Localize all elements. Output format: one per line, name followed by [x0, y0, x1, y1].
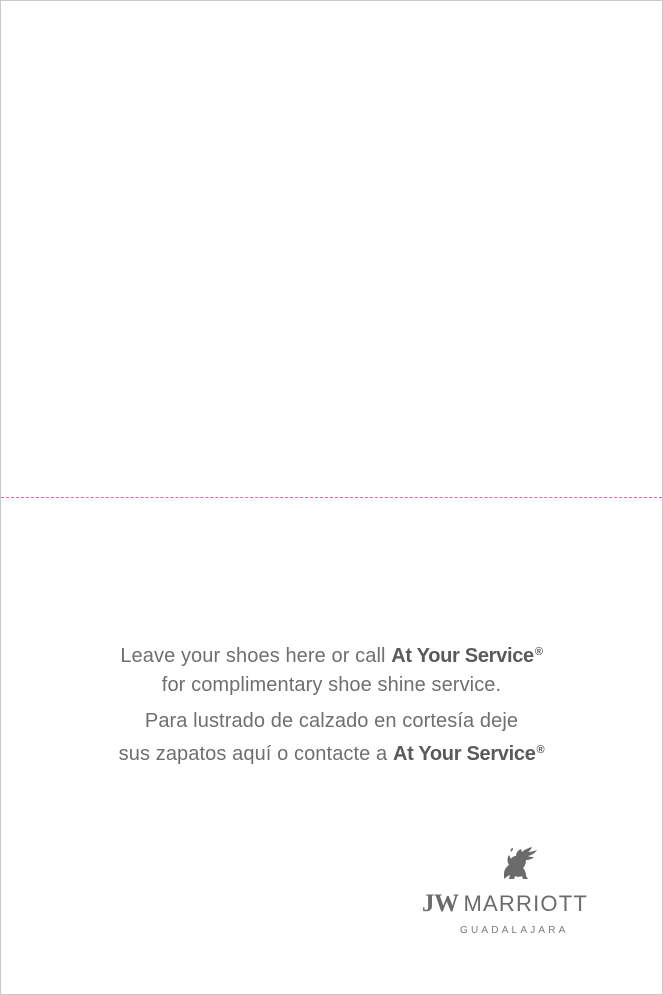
- spanish-line-2-text: sus zapatos aquí o contacte a: [118, 743, 393, 765]
- griffin-icon: [504, 847, 537, 879]
- spanish-line-1: Para lustrado de calzado en cortesía dej…: [144, 710, 519, 732]
- logo-wordmark: JW MARRIOTT: [422, 890, 588, 918]
- registered-mark: ®: [536, 744, 545, 756]
- logo-marriott: MARRIOTT: [463, 891, 588, 916]
- english-line-1: Leave your shoes here or call At Your Se…: [1, 638, 662, 671]
- logo-jw: JW: [422, 890, 459, 917]
- registered-mark: ®: [534, 646, 543, 658]
- brand-text: At Your Service: [391, 645, 534, 667]
- english-message: Leave your shoes here or call At Your Se…: [1, 638, 662, 700]
- door-hanger-card: Leave your shoes here or call At Your Se…: [0, 0, 663, 995]
- spanish-line-2: sus zapatos aquí o contacte a At Your Se…: [1, 736, 662, 769]
- fold-line: [1, 497, 662, 498]
- english-line-1-text: Leave your shoes here or call: [120, 645, 392, 667]
- jw-marriott-logo: JW MARRIOTT GUADALAJARA: [416, 846, 611, 941]
- spanish-message: Para lustrado de calzado en cortesía dej…: [1, 707, 662, 769]
- at-your-service-brand: At Your Service®: [391, 645, 543, 667]
- at-your-service-brand: At Your Service®: [392, 743, 545, 765]
- logo-city: GUADALAJARA: [460, 925, 569, 936]
- brand-text: At Your Service: [392, 743, 536, 765]
- english-line-2: for complimentary shoe shine service.: [161, 674, 502, 696]
